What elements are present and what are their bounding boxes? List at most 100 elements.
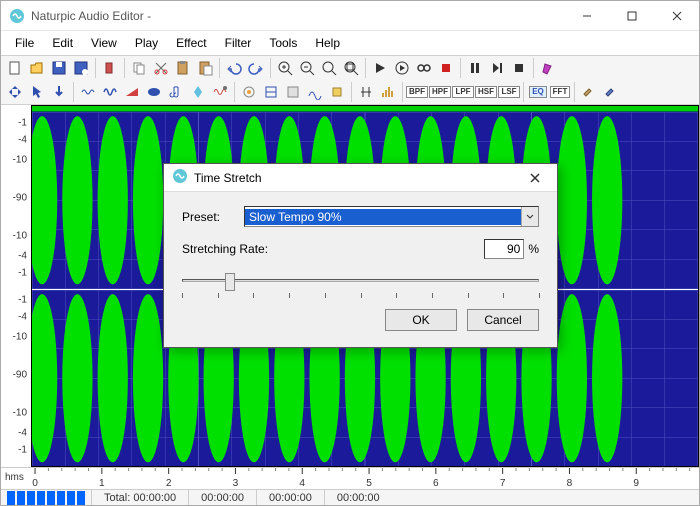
fade-icon[interactable] (121, 81, 143, 103)
effect3-icon[interactable] (282, 81, 304, 103)
tool1-icon[interactable] (578, 81, 600, 103)
menu-filter[interactable]: Filter (217, 33, 260, 53)
svg-text:1: 1 (99, 478, 105, 489)
play-loop-icon[interactable] (391, 57, 413, 79)
menu-effect[interactable]: Effect (168, 33, 214, 53)
stop-icon[interactable] (508, 57, 530, 79)
svg-text:5: 5 (366, 478, 372, 489)
ok-button[interactable]: OK (385, 309, 457, 331)
timeline: hms 0123456789 (1, 467, 699, 489)
tool2-icon[interactable] (600, 81, 622, 103)
menu-file[interactable]: File (7, 33, 42, 53)
save-icon[interactable] (48, 57, 70, 79)
vscale-label: -4 (18, 428, 27, 439)
copy-icon[interactable] (128, 57, 150, 79)
vscale-label: -10 (13, 408, 27, 419)
effect1-icon[interactable] (238, 81, 260, 103)
hsf-button[interactable]: HSF (475, 81, 497, 103)
hpf-button[interactable]: HPF (429, 81, 451, 103)
zoom-fit-icon[interactable] (340, 57, 362, 79)
filter-buttons: BPFHPFLPFHSFLSF (406, 81, 520, 103)
menu-play[interactable]: Play (127, 33, 166, 53)
paste-icon[interactable] (172, 57, 194, 79)
rate-slider[interactable] (182, 271, 539, 301)
dialog-icon (172, 168, 188, 187)
envelope-icon[interactable] (143, 81, 165, 103)
svg-text:7: 7 (500, 478, 506, 489)
bpf-button[interactable]: BPF (406, 81, 428, 103)
effect4-icon[interactable] (304, 81, 326, 103)
vscale-label: -90 (13, 193, 27, 204)
bars-icon[interactable] (377, 81, 399, 103)
lpf-button[interactable]: LPF (452, 81, 474, 103)
svg-text:4: 4 (299, 478, 305, 489)
effect2-icon[interactable] (260, 81, 282, 103)
rate-label: Stretching Rate: (182, 242, 268, 256)
zoom-out-icon[interactable] (296, 57, 318, 79)
svg-text:6: 6 (433, 478, 439, 489)
menu-help[interactable]: Help (307, 33, 348, 53)
redo-icon[interactable] (245, 57, 267, 79)
record-device-icon[interactable] (99, 57, 121, 79)
slider-thumb[interactable] (225, 273, 235, 291)
preset-label: Preset: (182, 210, 244, 224)
effect5-icon[interactable] (326, 81, 348, 103)
statusbar: Total: 00:00:00 00:00:00 00:00:00 00:00:… (1, 489, 699, 505)
skip-icon[interactable] (486, 57, 508, 79)
cancel-button[interactable]: Cancel (467, 309, 539, 331)
cut-icon[interactable] (150, 57, 172, 79)
open-icon[interactable] (26, 57, 48, 79)
diamond-icon[interactable] (187, 81, 209, 103)
menu-edit[interactable]: Edit (44, 33, 81, 53)
menu-view[interactable]: View (83, 33, 125, 53)
titlebar: Naturpic Audio Editor - (1, 1, 699, 31)
play-icon[interactable] (369, 57, 391, 79)
zoom-in-icon[interactable] (274, 57, 296, 79)
dialog-close-icon[interactable] (521, 168, 549, 188)
pause-icon[interactable] (464, 57, 486, 79)
zoom-sel-icon[interactable] (318, 57, 340, 79)
eq-button[interactable]: EQ (527, 81, 549, 103)
pointer-icon[interactable] (26, 81, 48, 103)
expand-icon[interactable] (4, 81, 26, 103)
arrow-down-icon[interactable] (48, 81, 70, 103)
status-time2: 00:00:00 (256, 490, 324, 505)
app-title: Naturpic Audio Editor - (31, 9, 564, 23)
vscale-label: -1 (18, 118, 27, 129)
menu-tools[interactable]: Tools (261, 33, 305, 53)
toolbar-1 (1, 56, 699, 80)
saveas-icon[interactable] (70, 57, 92, 79)
rate-input[interactable]: 90 (484, 239, 524, 259)
marker-icon[interactable] (355, 81, 377, 103)
preset-combo[interactable]: Slow Tempo 90% (244, 206, 539, 227)
undo-icon[interactable] (223, 57, 245, 79)
vscale-label: -1 (18, 268, 27, 279)
chevron-down-icon[interactable] (521, 207, 538, 226)
record-icon[interactable] (435, 57, 457, 79)
pitch-icon[interactable] (165, 81, 187, 103)
svg-text:9: 9 (633, 478, 639, 489)
maximize-button[interactable] (609, 1, 654, 30)
fft-button[interactable]: FFT (549, 81, 571, 103)
paste2-icon[interactable] (194, 57, 216, 79)
vscale: -1-4-10-90-10-4-1-1-4-10-90-10-4-1 (1, 105, 31, 467)
wave-timed-icon[interactable] (209, 81, 231, 103)
vscale-label: -1 (18, 445, 27, 456)
status-total: Total: 00:00:00 (91, 490, 188, 505)
preset-value: Slow Tempo 90% (245, 209, 521, 225)
dialog-titlebar: Time Stretch (164, 164, 557, 192)
wave-large-icon[interactable] (99, 81, 121, 103)
loop-icon[interactable] (413, 57, 435, 79)
help-icon[interactable] (537, 57, 559, 79)
vscale-label: -4 (18, 135, 27, 146)
close-button[interactable] (654, 1, 699, 30)
wave-small-icon[interactable] (77, 81, 99, 103)
lsf-button[interactable]: LSF (498, 81, 520, 103)
vscale-label: -90 (13, 370, 27, 381)
new-icon[interactable] (4, 57, 26, 79)
svg-text:2: 2 (166, 478, 172, 489)
vscale-label: -1 (18, 295, 27, 306)
minimize-button[interactable] (564, 1, 609, 30)
toolbar-area: BPFHPFLPFHSFLSF EQ FFT (1, 55, 699, 105)
dialog-body: Preset: Slow Tempo 90% Stretching Rate: … (164, 192, 557, 347)
